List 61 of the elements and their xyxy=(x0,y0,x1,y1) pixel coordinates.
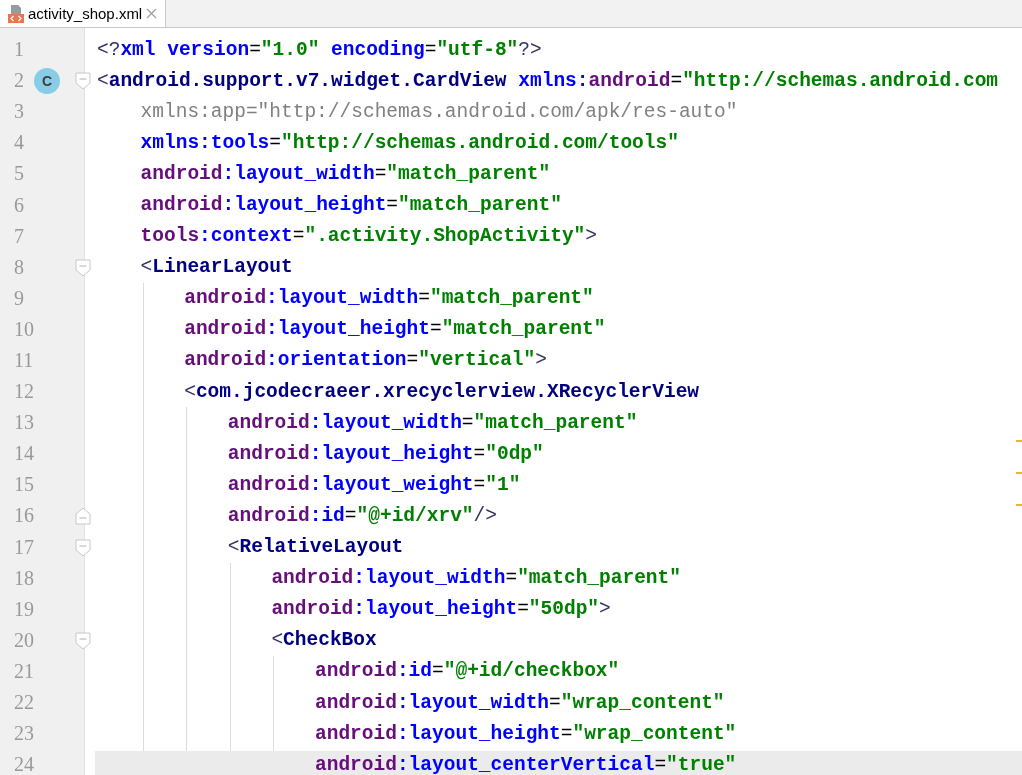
code-line: android:layout_width="match_parent" xyxy=(140,162,551,185)
code-line: android:layout_height="match_parent" xyxy=(184,318,606,341)
line-number: 9 xyxy=(14,286,25,310)
code-line: xmlns:tools="http://schemas.android.com/tools" xyxy=(140,131,679,154)
code-line: android:layout_width="match_parent" xyxy=(271,567,681,590)
code-line: <?xml version="1.0" encoding="utf-8"?> xyxy=(97,38,542,61)
code-line: android:layout_width="match_parent" xyxy=(184,287,594,310)
close-icon[interactable] xyxy=(146,8,158,19)
code-line: android:layout_height="0dp" xyxy=(227,442,544,465)
code-line: <android.support.v7.widget.CardView xmlns:android="http://schemas.android.com xyxy=(97,69,999,92)
line-number: 22 xyxy=(14,691,35,714)
line-number: 8 xyxy=(14,255,25,279)
line-number: 14 xyxy=(14,442,35,466)
line-number: 23 xyxy=(14,722,35,746)
line-number: 3 xyxy=(14,100,25,124)
class-badge-icon[interactable]: C xyxy=(34,68,60,95)
code-line: android:layout_width="match_parent" xyxy=(227,411,638,434)
code-line: android:layout_height="50dp"> xyxy=(271,598,611,621)
warning-mark[interactable] xyxy=(1016,504,1022,506)
line-number: 18 xyxy=(14,566,35,590)
code-line: xmlns:app="http://schemas.android.com/apk/res-auto" xyxy=(140,100,738,123)
code-line: <LinearLayout xyxy=(140,256,293,279)
line-number: 10 xyxy=(14,317,35,341)
fold-icon[interactable] xyxy=(75,631,91,650)
code-line: tools:context=".activity.ShopActivity"> xyxy=(140,225,597,248)
warning-mark[interactable] xyxy=(1016,440,1022,442)
line-number: 15 xyxy=(14,473,35,497)
line-number: 4 xyxy=(14,131,25,155)
line-number: 7 xyxy=(14,224,25,248)
line-number: 16 xyxy=(14,504,35,528)
line-number: 24 xyxy=(14,753,35,775)
fold-icon[interactable] xyxy=(75,258,91,277)
code-line: <CheckBox xyxy=(271,629,377,652)
code-line: android:layout_centerVertical="true" xyxy=(315,753,737,775)
code-line: <RelativeLayout xyxy=(227,536,404,559)
file-tab[interactable]: activity_shop.xml xyxy=(0,0,167,27)
line-number: 5 xyxy=(14,162,25,186)
code-line: android:layout_height="match_parent" xyxy=(140,194,562,216)
line-number: 21 xyxy=(14,659,35,683)
tab-label: activity_shop.xml xyxy=(28,5,143,22)
fold-icon[interactable] xyxy=(75,72,91,91)
line-number: 12 xyxy=(14,380,35,404)
code-line: <com.jcodecraeer.xrecyclerview.XRecyclerView xyxy=(184,380,700,403)
fold-icon[interactable] xyxy=(75,538,91,557)
code-line: android:id="@+id/xrv"/> xyxy=(227,504,497,527)
line-number: 11 xyxy=(14,349,35,372)
line-number: 13 xyxy=(14,411,35,435)
fold-icon[interactable] xyxy=(75,507,91,526)
line-number: 19 xyxy=(14,597,35,621)
warning-mark[interactable] xyxy=(1016,472,1022,474)
code-line: android:layout_weight="1" xyxy=(227,473,521,496)
code-line: android:orientation="vertical"> xyxy=(184,349,547,372)
line-number: 2 xyxy=(14,69,25,93)
code-line: android:layout_height="wrap_content" xyxy=(315,722,737,745)
line-number: 20 xyxy=(14,628,35,652)
xml-file-icon xyxy=(8,4,24,23)
line-number: 6 xyxy=(14,193,25,217)
code-line: android:layout_width="wrap_content" xyxy=(315,691,725,714)
code-line: android:id="@+id/checkbox" xyxy=(315,660,620,683)
line-number: 17 xyxy=(14,535,35,559)
line-number: 1 xyxy=(14,38,25,62)
